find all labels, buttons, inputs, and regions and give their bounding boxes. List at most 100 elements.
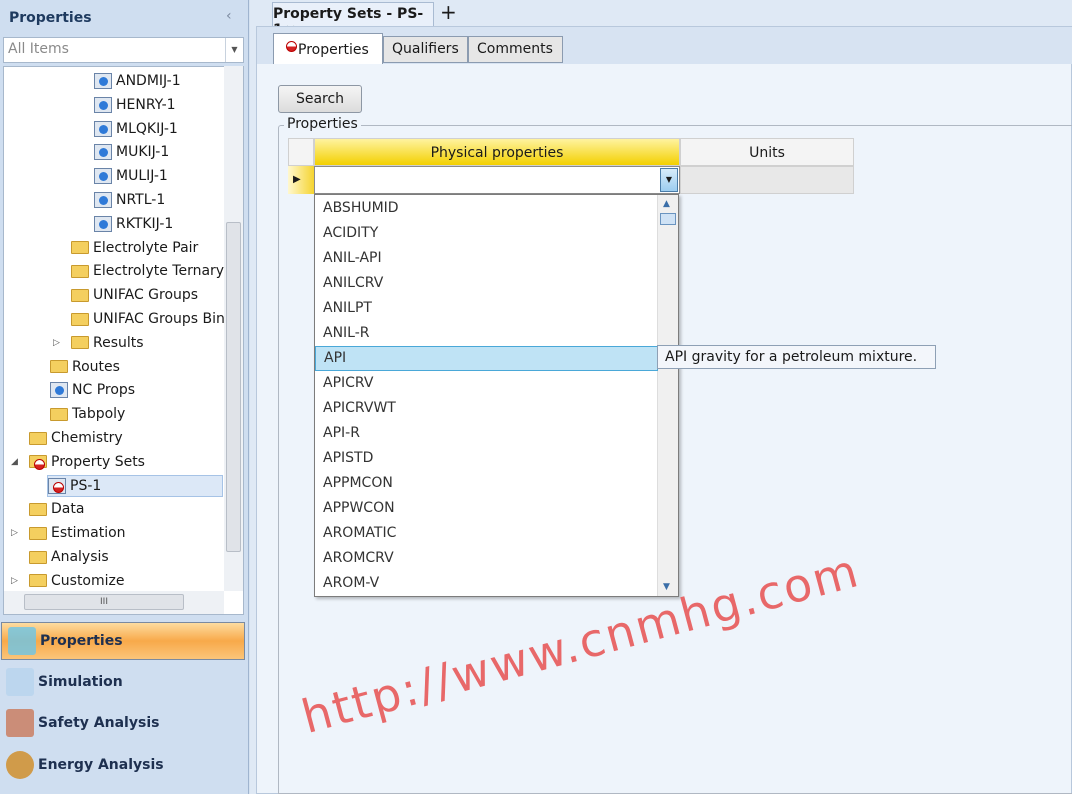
chevron-down-icon[interactable]: ▼: [225, 38, 243, 62]
nav-energy-analysis[interactable]: Energy Analysis: [0, 746, 244, 784]
dropdown-option[interactable]: API: [315, 346, 658, 371]
tree-item[interactable]: Results: [71, 332, 144, 354]
tree-item[interactable]: Customize: [29, 570, 125, 592]
tree-item[interactable]: Chemistry: [29, 427, 123, 449]
dropdown-option[interactable]: APICRV: [315, 371, 658, 396]
expand-icon[interactable]: ▷: [11, 528, 18, 538]
folder-icon: [71, 312, 89, 326]
dropdown-option[interactable]: AROM-V: [315, 571, 658, 596]
tree-item-label: Chemistry: [51, 430, 123, 446]
tree-item-label: Tabpoly: [72, 406, 126, 423]
filter-select[interactable]: All Items ▼: [3, 37, 244, 63]
scroll-up-icon[interactable]: ▲: [663, 199, 670, 209]
folder-check-icon: [29, 574, 47, 588]
scroll-thumb[interactable]: [660, 213, 676, 225]
tree-item-label: Results: [93, 334, 144, 351]
folder-icon: [71, 241, 89, 255]
dropdown-option[interactable]: ANIL-API: [315, 246, 658, 271]
dropdown-option[interactable]: AROMATIC: [315, 521, 658, 546]
tree-item[interactable]: Tabpoly: [50, 403, 125, 425]
tree-item-label: Electrolyte Pair: [93, 239, 199, 256]
dropdown-option[interactable]: ABSHUMID: [315, 196, 658, 221]
folder-icon: [71, 288, 89, 302]
scroll-thumb[interactable]: [226, 222, 241, 552]
dropdown-option[interactable]: ACIDITY: [315, 221, 658, 246]
nav-simulation[interactable]: Simulation: [0, 663, 244, 701]
expand-icon[interactable]: ▷: [11, 576, 18, 586]
tree-item[interactable]: NC Props: [50, 379, 135, 401]
scroll-down-icon[interactable]: ▼: [663, 582, 670, 592]
form-icon: [94, 144, 112, 161]
folder-icon: [29, 502, 47, 516]
folder-red-icon: [29, 455, 47, 471]
form-icon: [94, 168, 112, 185]
tree-item-label: Data: [51, 501, 85, 518]
form-icon: [94, 96, 112, 113]
folder-icon: [71, 264, 89, 278]
form-icon: [94, 120, 112, 137]
red-status-icon: [48, 477, 66, 494]
tree-item-label: UNIFAC Groups Binary: [93, 311, 244, 327]
tree-item[interactable]: MULIJ-1: [94, 165, 168, 187]
search-button[interactable]: Search: [278, 85, 362, 113]
tree-item[interactable]: Routes: [50, 356, 120, 378]
nav-label: Properties: [40, 633, 123, 649]
tree-item[interactable]: ANDMIJ-1: [94, 70, 181, 92]
tree-item[interactable]: Electrolyte Pair: [71, 237, 198, 259]
add-tab-icon[interactable]: +: [440, 2, 457, 22]
chevron-down-icon[interactable]: ▼: [660, 168, 678, 192]
document-tab[interactable]: Property Sets - PS-1×: [272, 2, 434, 38]
folder-icon: [50, 407, 68, 421]
dropdown-option[interactable]: API-R: [315, 421, 658, 446]
tree-item[interactable]: UNIFAC Groups: [71, 284, 198, 306]
nav-properties[interactable]: Properties: [1, 622, 245, 660]
dropdown-option[interactable]: ANILCRV: [315, 271, 658, 296]
tree-item[interactable]: Electrolyte Ternary: [71, 260, 224, 282]
dropdown-option[interactable]: APICRVWT: [315, 396, 658, 421]
tab-comments[interactable]: Comments: [468, 36, 563, 63]
property-dropdown-list[interactable]: ▲ ▼ ABSHUMID ACIDITY ANIL-API ANILCRV ANILPT…: [314, 194, 679, 597]
physical-property-input[interactable]: [314, 166, 680, 194]
tab-label: Comments: [477, 41, 553, 57]
tree-item[interactable]: PS-1: [47, 474, 223, 497]
column-header-units[interactable]: Units: [680, 138, 854, 166]
column-header-physical-properties[interactable]: Physical properties: [314, 138, 680, 166]
form-icon: [94, 192, 112, 208]
tab-qualifiers[interactable]: Qualifiers: [383, 36, 468, 63]
tree-item[interactable]: Analysis: [29, 546, 109, 568]
tree-item[interactable]: MLQKIJ-1: [94, 118, 178, 140]
dropdown-option[interactable]: ANILPT: [315, 296, 658, 321]
dropdown-option[interactable]: APPMCON: [315, 471, 658, 496]
tab-label: Qualifiers: [392, 41, 459, 57]
tree-item[interactable]: Property Sets: [29, 451, 145, 473]
dropdown-scrollbar[interactable]: ▲ ▼: [657, 195, 678, 596]
tab-properties[interactable]: Properties: [273, 33, 383, 64]
flask-icon: [8, 627, 36, 655]
scroll-thumb[interactable]: III: [24, 594, 184, 610]
expand-icon[interactable]: ◢: [11, 457, 18, 467]
tree-item[interactable]: NRTL-1: [94, 189, 165, 211]
tree-item[interactable]: Estimation: [29, 522, 126, 544]
folder-icon: [29, 526, 47, 540]
tree-item[interactable]: HENRY-1: [94, 94, 176, 116]
tree-item-label: NRTL-1: [116, 192, 166, 208]
dropdown-option[interactable]: APPWCON: [315, 496, 658, 521]
nav-safety-analysis[interactable]: Safety Analysis: [0, 704, 244, 742]
nav-label: Safety Analysis: [38, 715, 160, 731]
tree-item-label: Electrolyte Ternary: [93, 263, 225, 280]
units-cell[interactable]: [680, 166, 854, 194]
tree-item[interactable]: UNIFAC Groups Binary: [71, 308, 244, 330]
dropdown-option[interactable]: APISTD: [315, 446, 658, 471]
tree-item-label: Estimation: [51, 525, 126, 542]
tree-item-label: ANDMIJ-1: [116, 73, 181, 89]
tree-item[interactable]: Data: [29, 498, 84, 520]
dropdown-option[interactable]: AROMCRV: [315, 546, 658, 571]
tree-item-label: RKTKIJ-1: [116, 215, 174, 232]
tree-item[interactable]: RKTKIJ-1: [94, 213, 173, 235]
dropdown-option[interactable]: ANIL-R: [315, 321, 658, 346]
expand-icon[interactable]: ▷: [53, 338, 60, 348]
folder-icon: [50, 360, 68, 374]
tree-item[interactable]: MUKIJ-1: [94, 141, 169, 163]
form-icon: [50, 382, 68, 399]
collapse-icon[interactable]: ‹: [226, 8, 232, 24]
